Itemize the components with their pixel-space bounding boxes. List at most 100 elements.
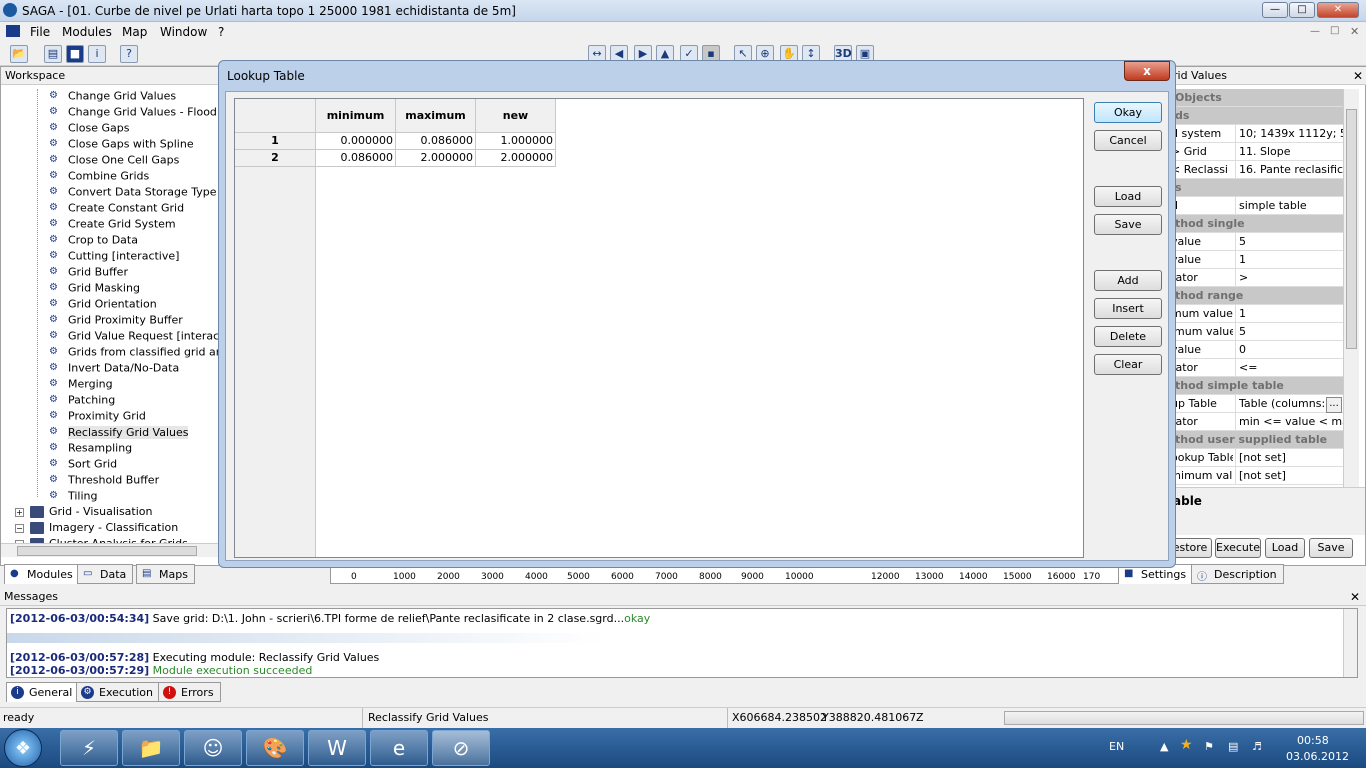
- module-group[interactable]: − Imagery - Classification: [15, 521, 178, 537]
- start-button[interactable]: ❖: [4, 729, 42, 767]
- expand-icon[interactable]: +: [15, 507, 24, 517]
- menu-window[interactable]: Window: [160, 25, 207, 39]
- save-settings-button[interactable]: Save: [1309, 538, 1353, 558]
- module-item[interactable]: ⚙ Merging: [49, 377, 113, 393]
- tray-expand-icon[interactable]: ▲: [1160, 740, 1168, 753]
- taskbar-paint-icon[interactable]: 🎨: [246, 730, 304, 766]
- minimize-button[interactable]: —: [1262, 2, 1288, 18]
- property-category[interactable]: ds: [1169, 107, 1343, 125]
- module-item[interactable]: ⚙ Change Grid Values: [49, 89, 176, 105]
- okay-button[interactable]: Okay: [1094, 102, 1162, 123]
- module-item[interactable]: ⚙ Grid Value Request [interactive: [49, 329, 219, 345]
- save-button[interactable]: Save: [1094, 214, 1162, 235]
- load-settings-button[interactable]: Load: [1265, 538, 1305, 558]
- dialog-close-button[interactable]: x: [1124, 61, 1170, 81]
- lookup-table-browse-button[interactable]: ...: [1326, 397, 1342, 413]
- tab-general[interactable]: i General: [6, 682, 80, 702]
- row-header[interactable]: 1: [235, 133, 316, 150]
- module-item[interactable]: ⚙ Close Gaps: [49, 121, 129, 137]
- tab-errors[interactable]: ! Errors: [158, 682, 221, 702]
- module-item[interactable]: ⚙ Tiling: [49, 489, 98, 505]
- col-header-maximum[interactable]: maximum: [396, 99, 476, 133]
- load-button[interactable]: Load: [1094, 186, 1162, 207]
- hscroll-thumb[interactable]: [17, 546, 197, 556]
- tray-volume-icon[interactable]: ♬: [1252, 740, 1262, 753]
- log-vscrollbar[interactable]: [1343, 609, 1357, 677]
- taskbar-folder-icon[interactable]: 📁: [122, 730, 180, 766]
- property-value[interactable]: <=: [1235, 359, 1343, 376]
- cell-minimum[interactable]: 0.000000: [316, 133, 396, 150]
- workspace-hscrollbar[interactable]: [1, 543, 219, 557]
- taskbar-word-icon[interactable]: W: [308, 730, 366, 766]
- property-row[interactable]: > Grid 11. Slope: [1169, 143, 1343, 161]
- module-item[interactable]: ⚙ Create Grid System: [49, 217, 176, 233]
- cell-new[interactable]: 2.000000: [476, 150, 556, 167]
- clock-time[interactable]: 00:58: [1297, 734, 1329, 747]
- module-item[interactable]: ⚙ Grids from classified grid and ta: [49, 345, 219, 361]
- property-category[interactable]: thod single: [1169, 215, 1343, 233]
- property-value[interactable]: 10; 1439x 1112y; 591: [1235, 125, 1343, 142]
- property-category[interactable]: thod range: [1169, 287, 1343, 305]
- property-row[interactable]: rator <=: [1169, 359, 1343, 377]
- module-item[interactable]: ⚙ Grid Masking: [49, 281, 140, 297]
- taskbar-app-lightning-icon[interactable]: ⚡: [60, 730, 118, 766]
- taskbar-ie-icon[interactable]: e: [370, 730, 428, 766]
- message-log[interactable]: [2012-06-03/00:54:34] Save grid: D:\1. J…: [6, 608, 1358, 678]
- property-value[interactable]: 5: [1235, 323, 1343, 340]
- module-item[interactable]: ⚙ Cutting [interactive]: [49, 249, 179, 265]
- open-icon[interactable]: 📂: [10, 45, 28, 63]
- close-window-button[interactable]: ✕: [1317, 2, 1359, 18]
- property-row[interactable]: imum value 5: [1169, 323, 1343, 341]
- language-indicator[interactable]: EN: [1109, 740, 1124, 753]
- property-row[interactable]: dsimple table: [1169, 197, 1343, 215]
- module-group[interactable]: + Grid - Visualisation: [15, 505, 153, 521]
- property-value[interactable]: [not set]: [1235, 467, 1343, 484]
- property-value[interactable]: 11. Slope: [1235, 143, 1343, 160]
- cell-maximum[interactable]: 0.086000: [396, 133, 476, 150]
- module-item[interactable]: ⚙ Combine Grids: [49, 169, 149, 185]
- property-value[interactable]: >: [1235, 269, 1343, 286]
- property-row[interactable]: rator >: [1169, 269, 1343, 287]
- module-item[interactable]: ⚙ Proximity Grid: [49, 409, 146, 425]
- mdi-minimize-icon[interactable]: —: [1310, 26, 1320, 37]
- module-item[interactable]: ⚙ Grid Buffer: [49, 265, 128, 281]
- add-button[interactable]: Add: [1094, 270, 1162, 291]
- menu-file[interactable]: File: [30, 25, 50, 39]
- close-settings-icon[interactable]: ✕: [1353, 69, 1363, 83]
- tray-star-icon[interactable]: ★: [1180, 737, 1193, 753]
- lookup-table-grid[interactable]: minimum maximum new 1 0.000000 0.086000 …: [234, 98, 1084, 558]
- workspace-toggle-icon[interactable]: ▤: [44, 45, 62, 63]
- tab-description[interactable]: ⓘ Description: [1191, 564, 1284, 584]
- module-item[interactable]: ⚙ Crop to Data: [49, 233, 138, 249]
- window-title-bar[interactable]: SAGA - [01. Curbe de nivel pe Urlati har…: [0, 0, 1366, 22]
- property-category[interactable]: thod user supplied table: [1169, 431, 1343, 449]
- cell-new[interactable]: 1.000000: [476, 133, 556, 150]
- property-value[interactable]: 16. Pante reclasificate: [1235, 161, 1343, 178]
- property-row[interactable]: up Table Table (columns: 3,: [1169, 395, 1343, 413]
- tab-data[interactable]: ▭ Data: [77, 564, 134, 584]
- maximize-button[interactable]: □: [1289, 2, 1315, 18]
- property-value[interactable]: 5: [1235, 233, 1343, 250]
- module-item[interactable]: ⚙ Threshold Buffer: [49, 473, 159, 489]
- property-row[interactable]: mum value 1: [1169, 305, 1343, 323]
- property-category[interactable]: s: [1169, 179, 1343, 197]
- tab-execution[interactable]: ⚙ Execution: [76, 682, 160, 702]
- property-row[interactable]: < Reclassi 16. Pante reclasificate: [1169, 161, 1343, 179]
- property-category[interactable]: Objects: [1169, 89, 1343, 107]
- property-value[interactable]: 0: [1235, 341, 1343, 358]
- delete-button[interactable]: Delete: [1094, 326, 1162, 347]
- menu-map[interactable]: Map: [122, 25, 147, 39]
- module-item[interactable]: ⚙ Sort Grid: [49, 457, 117, 473]
- property-category[interactable]: thod simple table: [1169, 377, 1343, 395]
- clock-date[interactable]: 03.06.2012: [1286, 750, 1349, 763]
- module-item[interactable]: ⚙ Create Constant Grid: [49, 201, 184, 217]
- property-value[interactable]: min <= value < max: [1235, 413, 1343, 430]
- property-value[interactable]: [not set]: [1235, 449, 1343, 466]
- tray-network-icon[interactable]: ▤: [1228, 740, 1238, 753]
- property-row[interactable]: value 5: [1169, 233, 1343, 251]
- row-header[interactable]: 2: [235, 150, 316, 167]
- property-row[interactable]: value 0: [1169, 341, 1343, 359]
- module-item[interactable]: ⚙ Invert Data/No-Data: [49, 361, 179, 377]
- cell-minimum[interactable]: 0.086000: [316, 150, 396, 167]
- module-item[interactable]: ⚙ Resampling: [49, 441, 132, 457]
